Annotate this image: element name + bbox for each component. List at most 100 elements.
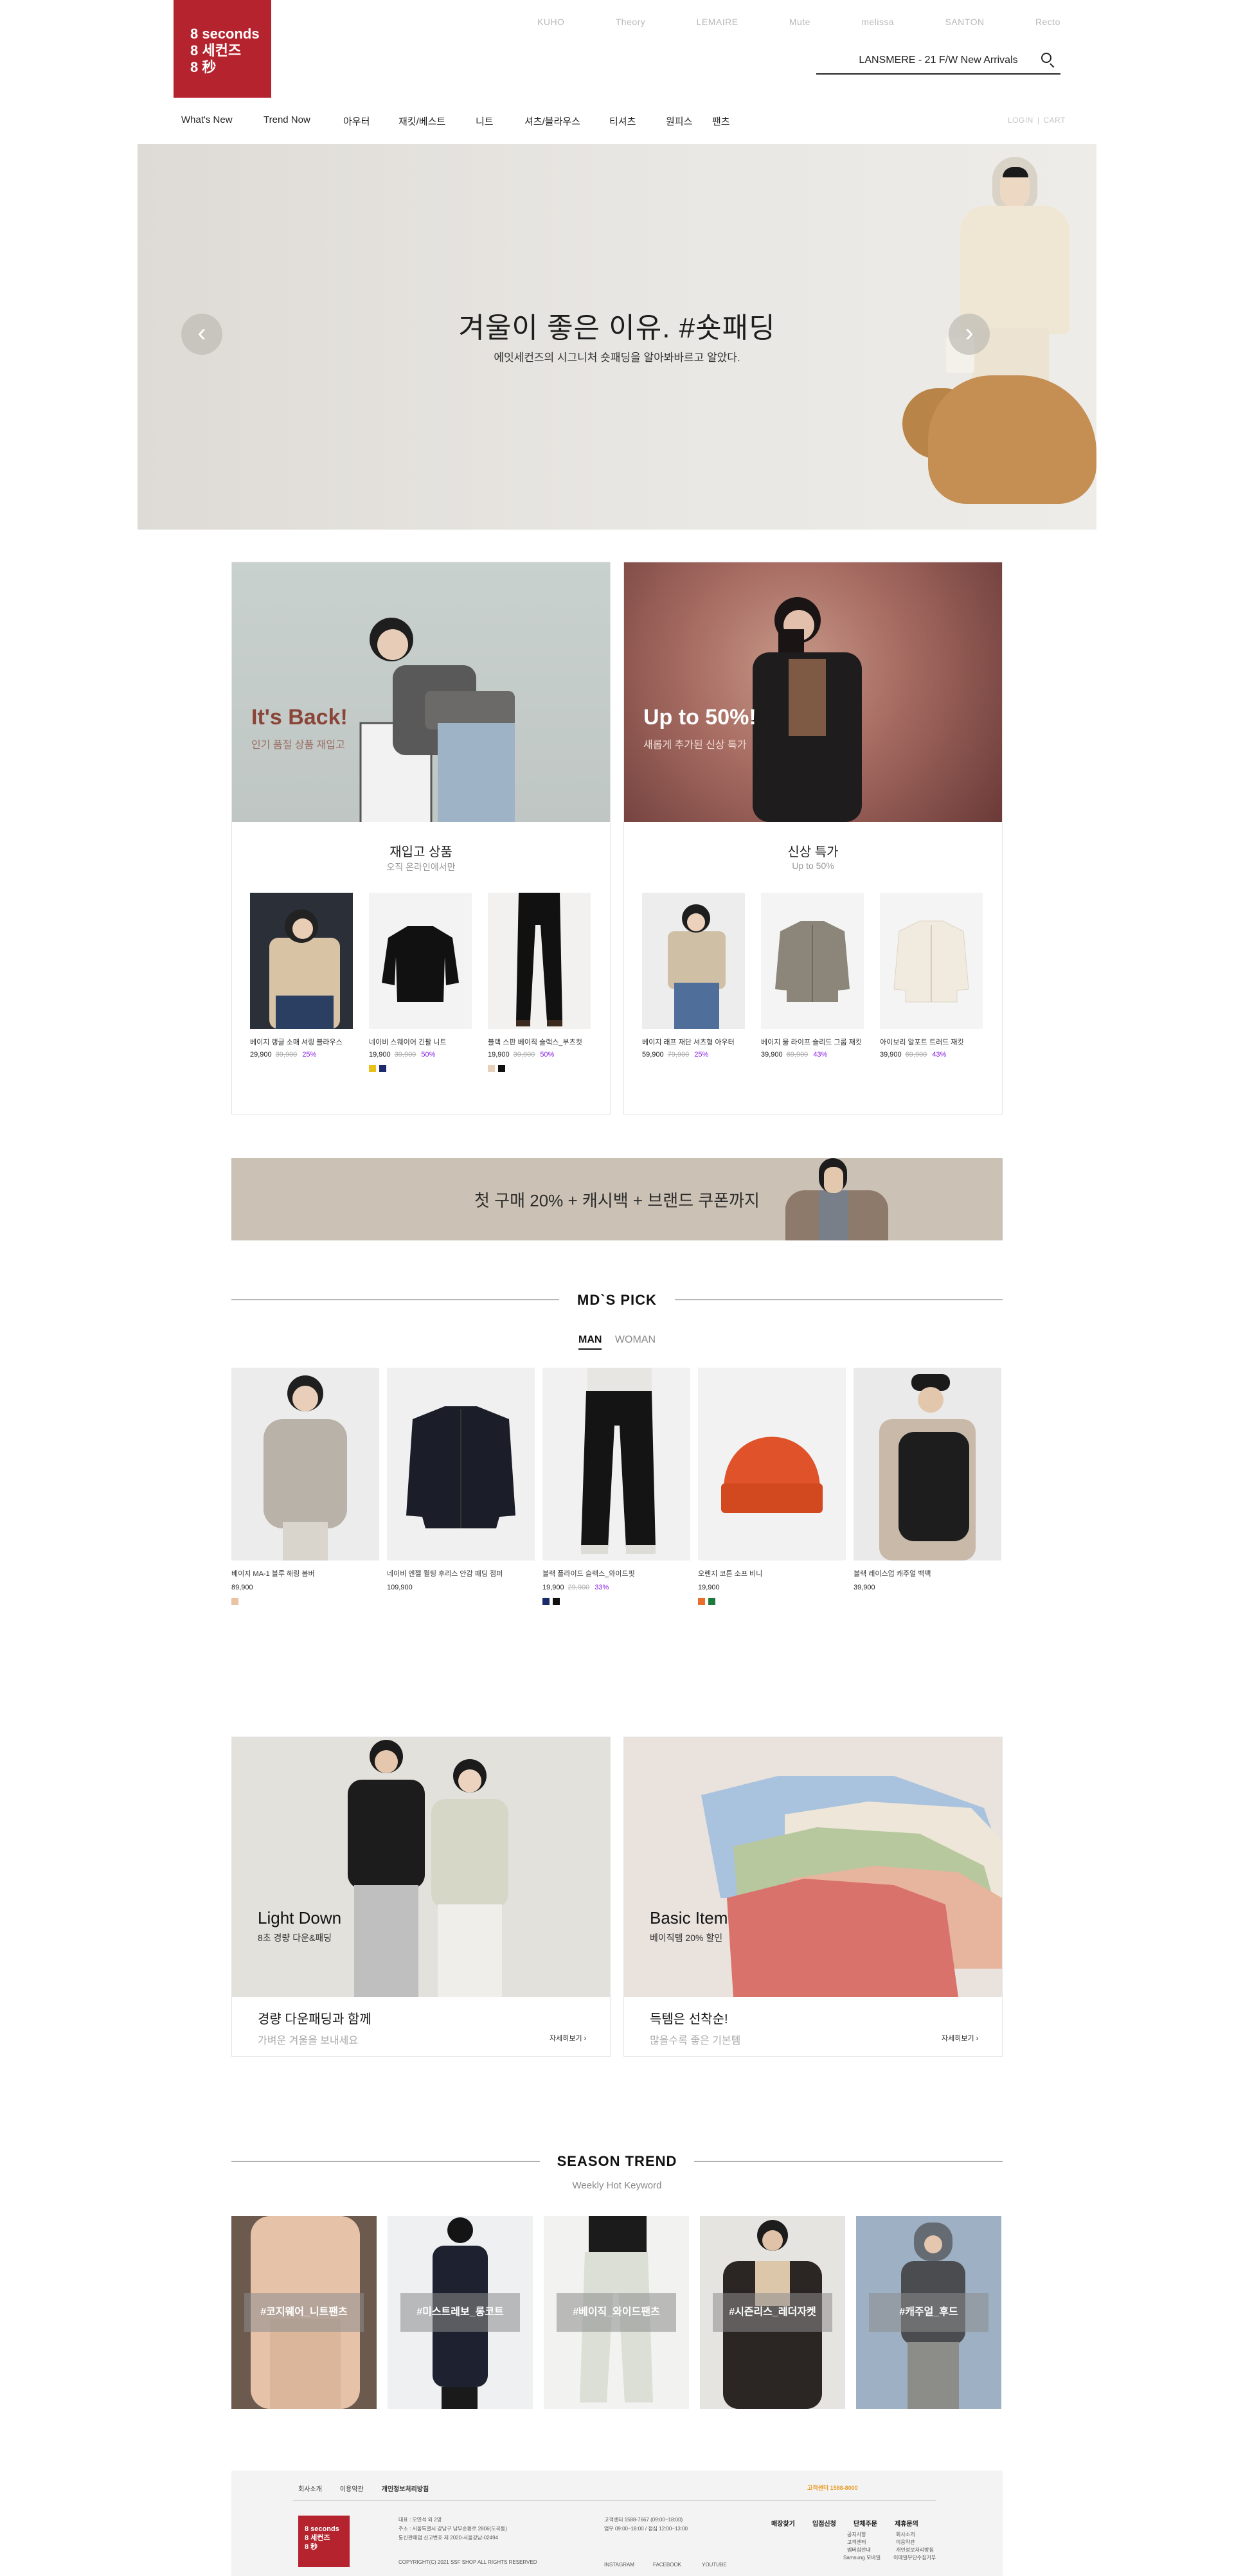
product-image[interactable] [880, 893, 983, 1029]
product-price: 19,900 39,900 50% [369, 1051, 436, 1059]
hero-next-arrow-icon[interactable]: › [949, 314, 990, 355]
search-bar[interactable]: LANSMERE - 21 F/W New Arrivals [816, 48, 1060, 75]
footer-col-group[interactable]: 단체주문 [854, 2518, 877, 2528]
nav-tshirt[interactable]: 티셔츠 [609, 114, 666, 128]
promo-card-image[interactable]: It's Back! 인기 품절 상품 재입고 [232, 562, 610, 822]
trend-card[interactable]: #베이직_와이드팬츠 [544, 2216, 689, 2409]
color-swatch[interactable] [708, 1598, 715, 1605]
brand-logo[interactable]: 8 seconds 8 세컨즈 8 秒 [174, 0, 271, 98]
footer-link-privacy[interactable]: 개인정보처리방침 [382, 2483, 429, 2493]
product-image[interactable] [642, 893, 745, 1029]
product-card[interactable]: 베이지 랭글 소매 셔링 블라우스 29,900 39,900 25% [250, 893, 355, 1072]
footer-link-terms[interactable]: 이용약관 [340, 2483, 364, 2493]
footer-link[interactable]: 공지사항 [847, 2531, 866, 2538]
cart-link[interactable]: CART [1043, 116, 1065, 125]
promo-image-title: Up to 50%! [643, 705, 756, 729]
product-name: 베이지 래프 재단 셔츠형 아우터 [642, 1039, 735, 1046]
footer-link[interactable]: Samsung 모바일 [843, 2554, 881, 2561]
sns-facebook[interactable]: FACEBOOK [653, 2561, 681, 2570]
product-image[interactable] [387, 1368, 535, 1561]
product-image[interactable] [698, 1368, 846, 1561]
feature-image[interactable]: Light Down 8초 경량 다운&패딩 [232, 1737, 610, 1997]
footer-link[interactable]: 개인정보처리방침 [896, 2546, 934, 2554]
color-swatch[interactable] [542, 1598, 550, 1605]
footer-col-apply[interactable]: 입점신청 [812, 2518, 836, 2528]
product-card[interactable]: 베이지 MA-1 블루 해링 봄버 89,900 [231, 1368, 379, 1605]
hero-banner[interactable]: 겨울이 좋은 이유. #숏패딩 에잇세컨즈의 시그니처 숏패딩을 알아봐바르고 … [138, 144, 1096, 530]
nav-shirts-blouse[interactable]: 셔츠/블라우스 [524, 114, 609, 128]
trend-card[interactable]: #코지웨어_니트팬츠 [231, 2216, 377, 2409]
product-name: 베이지 MA-1 블루 해링 봄버 [231, 1570, 315, 1578]
feature-card-basic-item[interactable]: Basic Item 베이직템 20% 할인 득템은 선착순! 많을수록 좋은 … [623, 1737, 1003, 2057]
product-price: 19,900 39,900 50% [488, 1051, 555, 1059]
product-card[interactable]: 베이지 래프 재단 셔츠형 아우터 59,900 79,900 25% [642, 893, 747, 1059]
product-image[interactable] [854, 1368, 1001, 1561]
feature-image-subtitle: 8초 경량 다운&패딩 [258, 1933, 332, 1943]
brand-link[interactable]: melissa [861, 17, 894, 27]
color-swatch[interactable] [488, 1065, 495, 1072]
promo-card-image[interactable]: Up to 50%! 새롭게 추가된 신상 특가 [624, 562, 1002, 822]
main-nav: What's New Trend Now 아우터 재킷/베스트 니트 셔츠/블라… [181, 114, 751, 128]
nav-pants[interactable]: 팬츠 [712, 114, 751, 128]
nav-onepiece[interactable]: 원피스 [666, 114, 712, 128]
trend-card[interactable]: #미스트레보_롱코트 [388, 2216, 533, 2409]
footer-link[interactable]: 이메일무단수집거부 [893, 2554, 936, 2561]
product-image[interactable] [250, 893, 353, 1029]
nav-jacket-vest[interactable]: 재킷/베스트 [398, 114, 476, 128]
footer-col-store[interactable]: 매장찾기 [771, 2518, 795, 2528]
tab-man[interactable]: MAN [578, 1334, 602, 1350]
product-card[interactable]: 블랙 플라이드 슬렉스_와이드핏 19,900 29,900 33% [542, 1368, 690, 1605]
product-card[interactable]: 아이보리 알포트 트러드 재킷 39,900 69,900 43% [880, 893, 985, 1059]
color-swatch[interactable] [498, 1065, 505, 1072]
brand-link[interactable]: Mute [789, 17, 810, 27]
nav-knit[interactable]: 니트 [476, 114, 524, 128]
login-link[interactable]: LOGIN [1008, 116, 1033, 125]
trend-card[interactable]: #시즌리스_레더자켓 [700, 2216, 845, 2409]
brand-link[interactable]: KUHO [537, 17, 564, 27]
brand-link[interactable]: Recto [1035, 17, 1060, 27]
hero-prev-arrow-icon[interactable]: ‹ [181, 314, 222, 355]
product-image[interactable] [761, 893, 864, 1029]
color-swatch[interactable] [369, 1065, 376, 1072]
product-image[interactable] [369, 893, 472, 1029]
mds-pick-title: MD`S PICK [577, 1292, 657, 1308]
color-swatch[interactable] [231, 1598, 238, 1605]
nav-whats-new[interactable]: What's New [181, 114, 264, 128]
search-input[interactable]: LANSMERE - 21 F/W New Arrivals [816, 55, 1035, 66]
footer-link[interactable]: 멤버십안내 [847, 2546, 871, 2554]
product-card[interactable]: 블랙 레이스업 캐주얼 백팩 39,900 [854, 1368, 1001, 1605]
customer-center[interactable]: 고객센터 1588-8000 [807, 2483, 858, 2492]
product-card[interactable]: 블랙 스판 베이직 슬랙스_부츠컷 19,900 39,900 50% [488, 893, 593, 1072]
nav-trend-now[interactable]: Trend Now [264, 114, 343, 128]
product-card[interactable]: 네이비 스웨이어 긴팔 니트 19,900 39,900 50% [369, 893, 474, 1072]
footer-link[interactable]: 회사소개 [896, 2531, 915, 2538]
feature-image[interactable]: Basic Item 베이직템 20% 할인 [624, 1737, 1002, 1997]
sns-instagram[interactable]: INSTAGRAM [604, 2561, 634, 2570]
product-card[interactable]: 네이비 엔젤 퀼팅 후리스 안감 패딩 점퍼 109,900 [387, 1368, 535, 1605]
product-card[interactable]: 베이지 울 라이프 슬리드 그룹 재킷 39,900 69,900 43% [761, 893, 866, 1059]
footer-link[interactable]: 이용약관 [896, 2539, 915, 2546]
color-swatch[interactable] [379, 1065, 386, 1072]
nav-outer[interactable]: 아우터 [343, 114, 398, 128]
feature-card-light-down[interactable]: Light Down 8초 경량 다운&패딩 경량 다운패딩과 함께 가벼운 겨… [231, 1737, 611, 2057]
brand-link[interactable]: SANTON [945, 17, 985, 27]
product-image[interactable] [231, 1368, 379, 1561]
coupon-banner[interactable]: 첫 구매 20% + 캐시백 + 브랜드 쿠폰까지 [231, 1158, 1003, 1240]
product-price: 39,900 69,900 43% [880, 1051, 947, 1059]
brand-link[interactable]: Theory [616, 17, 646, 27]
brand-link[interactable]: LEMAIRE [697, 17, 738, 27]
trend-card[interactable]: #캐주얼_후드 [856, 2216, 1001, 2409]
more-link[interactable]: 자세히보기 › [942, 2033, 978, 2043]
product-card[interactable]: 오렌지 코튼 소프 비니 19,900 [698, 1368, 846, 1605]
product-image[interactable] [542, 1368, 690, 1561]
footer-col-partner[interactable]: 제휴문의 [895, 2518, 918, 2528]
search-icon[interactable] [1035, 48, 1060, 73]
color-swatch[interactable] [698, 1598, 705, 1605]
tab-woman[interactable]: WOMAN [615, 1334, 656, 1348]
color-swatch[interactable] [553, 1598, 560, 1605]
footer-link-company[interactable]: 회사소개 [298, 2483, 322, 2493]
product-image[interactable] [488, 893, 591, 1029]
more-link[interactable]: 자세히보기 › [550, 2033, 586, 2043]
footer-link[interactable]: 고객센터 [847, 2539, 866, 2546]
sns-youtube[interactable]: YOUTUBE [702, 2561, 727, 2570]
